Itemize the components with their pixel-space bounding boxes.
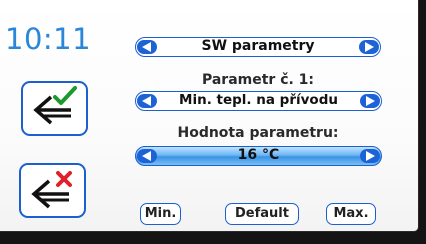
device-screen: 10:11 SW parametry Parametr č. 1: Min. t…	[0, 0, 426, 244]
parameter-next-button[interactable]	[360, 94, 380, 108]
parameter-caption: Parametr č. 1:	[201, 72, 315, 88]
menu-prev-button[interactable]	[137, 40, 157, 54]
value-decrease-button[interactable]	[137, 149, 157, 163]
arrow-back-cross-icon	[31, 171, 72, 209]
confirm-back-button[interactable]	[21, 81, 88, 136]
clock: 10:11	[5, 22, 92, 56]
arrow-back-check-icon	[33, 86, 77, 125]
min-button[interactable]: Min.	[140, 203, 181, 225]
value-selector: 16 °C	[135, 146, 382, 166]
menu-title: SW parametry	[201, 38, 315, 54]
value-caption: Hodnota parametru:	[177, 125, 339, 141]
max-button[interactable]: Max.	[326, 203, 376, 225]
value-display: 16 °C	[237, 147, 280, 163]
parameter-selector: Min. tepl. na přívodu	[135, 91, 382, 111]
touch-panel: 10:11 SW parametry Parametr č. 1: Min. t…	[0, 0, 418, 231]
menu-next-button[interactable]	[359, 40, 379, 54]
value-increase-button[interactable]	[360, 149, 380, 163]
parameter-name: Min. tepl. na přívodu	[179, 92, 338, 108]
parameter-prev-button[interactable]	[137, 94, 157, 108]
cancel-back-button[interactable]	[19, 163, 86, 218]
default-button[interactable]: Default	[225, 203, 299, 225]
menu-selector: SW parametry	[135, 37, 381, 57]
